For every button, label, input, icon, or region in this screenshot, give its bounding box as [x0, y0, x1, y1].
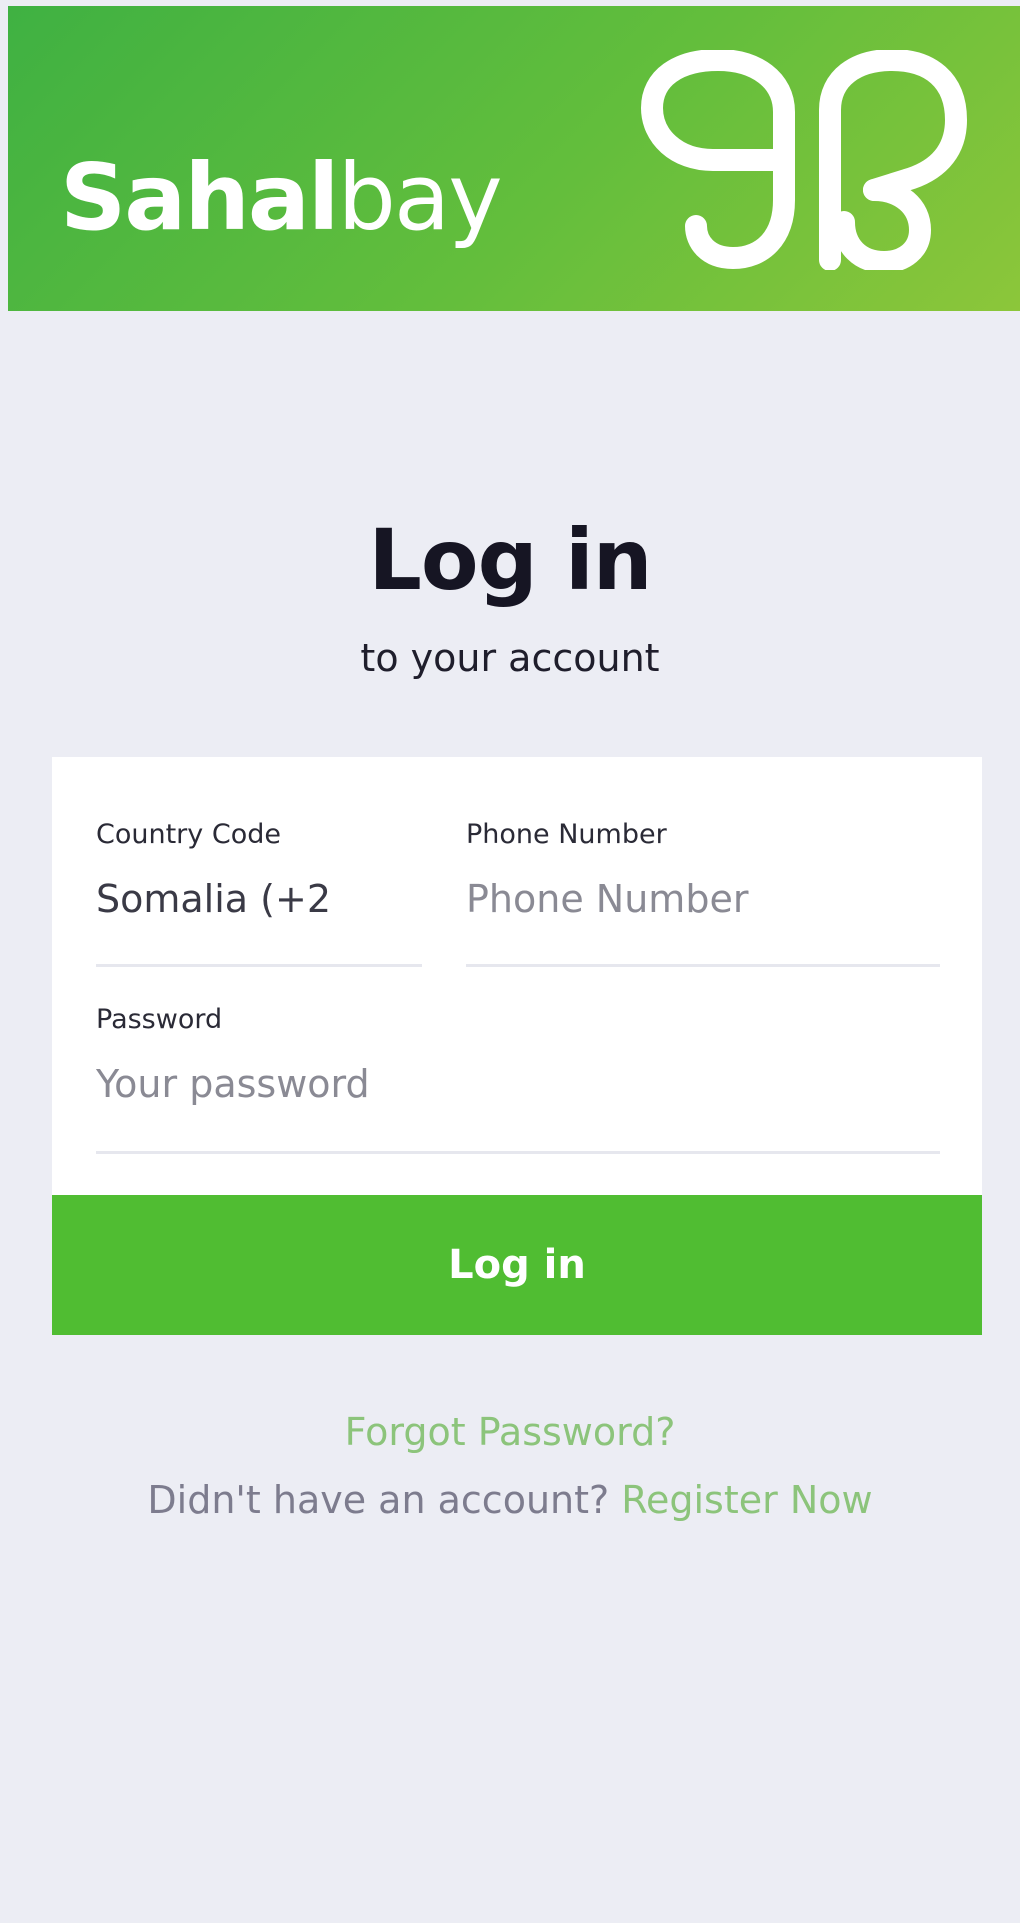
password-underline [96, 1151, 940, 1154]
no-account-text: Didn't have an account? [147, 1478, 610, 1522]
login-button[interactable]: Log in [52, 1195, 982, 1335]
login-form-card: Country Code Somalia (+2 Phone Number Ph… [52, 757, 982, 1197]
login-page: Sahal bay Log in to your account Country … [0, 0, 1020, 1923]
brand-wordmark-light: bay [337, 144, 502, 251]
country-code-underline [96, 964, 422, 967]
password-field[interactable]: Password Your password [96, 1004, 940, 1154]
page-subtitle: to your account [360, 636, 660, 680]
brand-wordmark-bold: Sahal [60, 144, 339, 251]
page-title: Log in [368, 511, 652, 609]
phone-number-label: Phone Number [466, 819, 667, 850]
phone-number-input[interactable]: Phone Number [466, 877, 940, 923]
country-code-label: Country Code [96, 819, 281, 850]
phone-number-underline [466, 964, 940, 967]
password-input[interactable]: Your password [96, 1062, 940, 1108]
forgot-password-link[interactable]: Forgot Password? [0, 1410, 1020, 1456]
password-label: Password [96, 1004, 223, 1035]
country-code-select[interactable]: Country Code Somalia (+2 [96, 819, 422, 967]
sahalbay-sb-monogram-icon [641, 50, 967, 270]
brand-wordmark: Sahal bay [60, 144, 503, 272]
phone-number-field[interactable]: Phone Number Phone Number [466, 819, 940, 967]
brand-header: Sahal bay [8, 6, 1020, 311]
register-prompt: Didn't have an account? Register Now [0, 1478, 1020, 1524]
country-code-value[interactable]: Somalia (+2 [96, 877, 422, 923]
register-now-link[interactable]: Register Now [621, 1478, 872, 1522]
